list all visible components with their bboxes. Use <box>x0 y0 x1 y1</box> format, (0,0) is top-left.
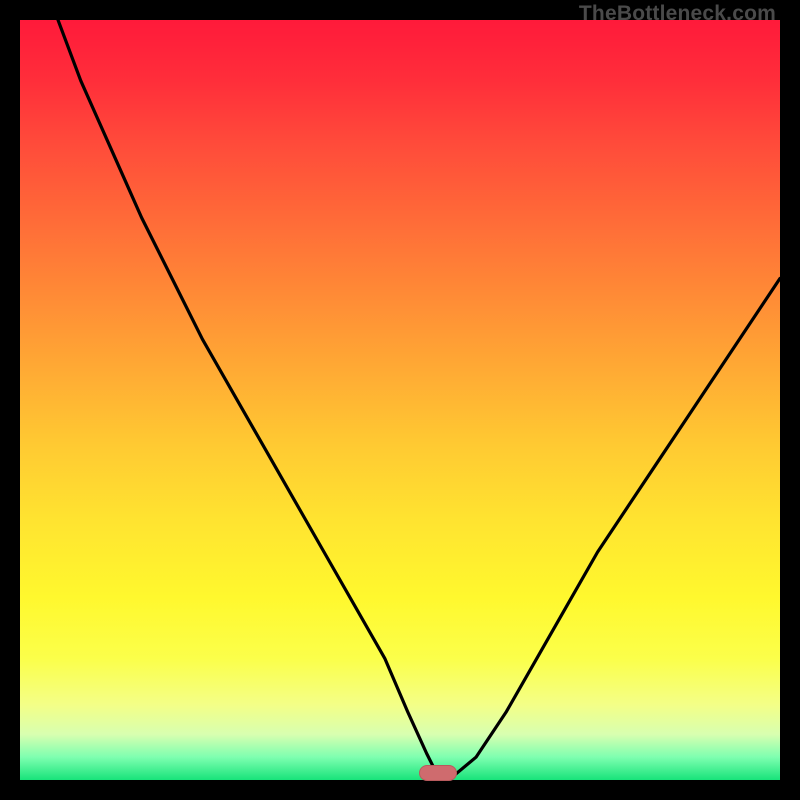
plot-area <box>20 20 780 780</box>
minimum-marker <box>419 765 457 781</box>
chart-frame: TheBottleneck.com <box>0 0 800 800</box>
bottleneck-curve <box>20 20 780 780</box>
